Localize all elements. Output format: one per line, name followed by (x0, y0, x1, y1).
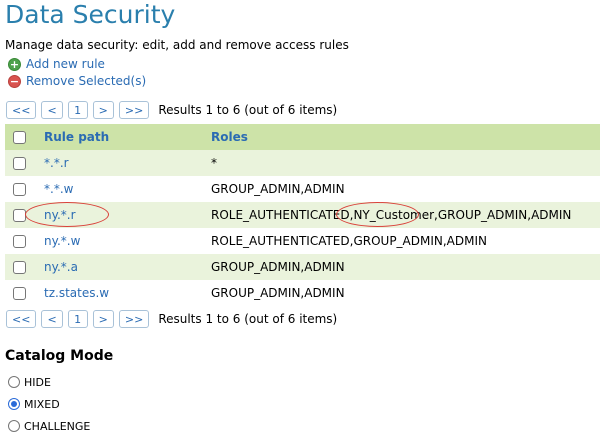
row-checkbox[interactable] (13, 260, 26, 274)
rule-path-link[interactable]: ny.*.w (44, 228, 80, 254)
rules-table: Rule path Roles *.*.r * *.*.w GROUP_ADMI… (5, 124, 600, 306)
radio-mixed-label[interactable]: MIXED (24, 398, 60, 411)
table-row: *.*.w GROUP_ADMIN,ADMIN (5, 176, 600, 202)
page-title: Data Security (5, 0, 176, 29)
page-1-button[interactable]: 1 (67, 101, 88, 119)
rule-path-link[interactable]: *.*.w (44, 176, 73, 202)
results-count: Results 1 to 6 (out of 6 items) (158, 312, 338, 326)
rule-path-link[interactable]: tz.states.w (44, 280, 109, 306)
pager-bottom: << < 1 > >> Results 1 to 6 (out of 6 ite… (6, 309, 337, 329)
first-page-button[interactable]: << (6, 101, 37, 119)
roles-value: GROUP_ADMIN,ADMIN (211, 260, 345, 274)
remove-selected-link[interactable]: − Remove Selected(s) (8, 73, 146, 89)
page-1-button[interactable]: 1 (67, 310, 88, 328)
page-description: Manage data security: edit, add and remo… (5, 38, 349, 52)
table-row: *.*.r * (5, 150, 600, 176)
roles-header: Roles (211, 130, 248, 144)
table-row: ny.*.r ROLE_AUTHENTICATED,NY_Customer,GR… (5, 202, 600, 228)
minus-icon: − (8, 74, 21, 88)
row-checkbox[interactable] (13, 182, 26, 196)
select-all-checkbox[interactable] (13, 130, 26, 144)
prev-page-button[interactable]: < (41, 101, 63, 119)
row-checkbox[interactable] (13, 156, 26, 170)
plus-icon: + (8, 57, 21, 71)
last-page-button[interactable]: >> (118, 101, 150, 119)
add-rule-label[interactable]: Add new rule (26, 57, 105, 71)
roles-value: GROUP_ADMIN,ADMIN (211, 182, 345, 196)
catalog-option-mixed[interactable]: MIXED (8, 396, 60, 412)
table-header: Rule path Roles (5, 124, 600, 150)
radio-challenge-label[interactable]: CHALLENGE (24, 420, 90, 433)
rule-path-header[interactable]: Rule path (44, 124, 109, 150)
radio-hide-label[interactable]: HIDE (24, 376, 51, 389)
catalog-option-hide[interactable]: HIDE (8, 374, 51, 390)
rule-path-link[interactable]: ny.*.r (44, 202, 76, 228)
radio-mixed[interactable] (8, 398, 20, 410)
prev-page-button[interactable]: < (41, 310, 63, 328)
radio-challenge[interactable] (8, 420, 20, 432)
table-row: tz.states.w GROUP_ADMIN,ADMIN (5, 280, 600, 306)
row-checkbox[interactable] (13, 286, 26, 300)
roles-value: GROUP_ADMIN,ADMIN (211, 286, 345, 300)
table-row: ny.*.w ROLE_AUTHENTICATED,GROUP_ADMIN,AD… (5, 228, 600, 254)
remove-selected-label[interactable]: Remove Selected(s) (26, 74, 146, 88)
first-page-button[interactable]: << (6, 310, 37, 328)
pager-top: << < 1 > >> Results 1 to 6 (out of 6 ite… (6, 100, 337, 120)
rule-path-link[interactable]: *.*.r (44, 150, 69, 176)
catalog-mode-heading: Catalog Mode (5, 348, 114, 364)
rule-path-link[interactable]: ny.*.a (44, 254, 78, 280)
table-row: ny.*.a GROUP_ADMIN,ADMIN (5, 254, 600, 280)
results-count: Results 1 to 6 (out of 6 items) (158, 103, 338, 117)
row-checkbox[interactable] (13, 208, 26, 222)
next-page-button[interactable]: > (92, 310, 114, 328)
row-checkbox[interactable] (13, 234, 26, 248)
roles-value: * (211, 156, 217, 170)
add-rule-link[interactable]: + Add new rule (8, 56, 105, 72)
radio-hide[interactable] (8, 376, 20, 388)
roles-value: ROLE_AUTHENTICATED,GROUP_ADMIN,ADMIN (211, 234, 487, 248)
last-page-button[interactable]: >> (118, 310, 150, 328)
roles-value: ROLE_AUTHENTICATED,NY_Customer,GROUP_ADM… (211, 208, 572, 222)
catalog-option-challenge[interactable]: CHALLENGE (8, 418, 90, 434)
next-page-button[interactable]: > (92, 101, 114, 119)
